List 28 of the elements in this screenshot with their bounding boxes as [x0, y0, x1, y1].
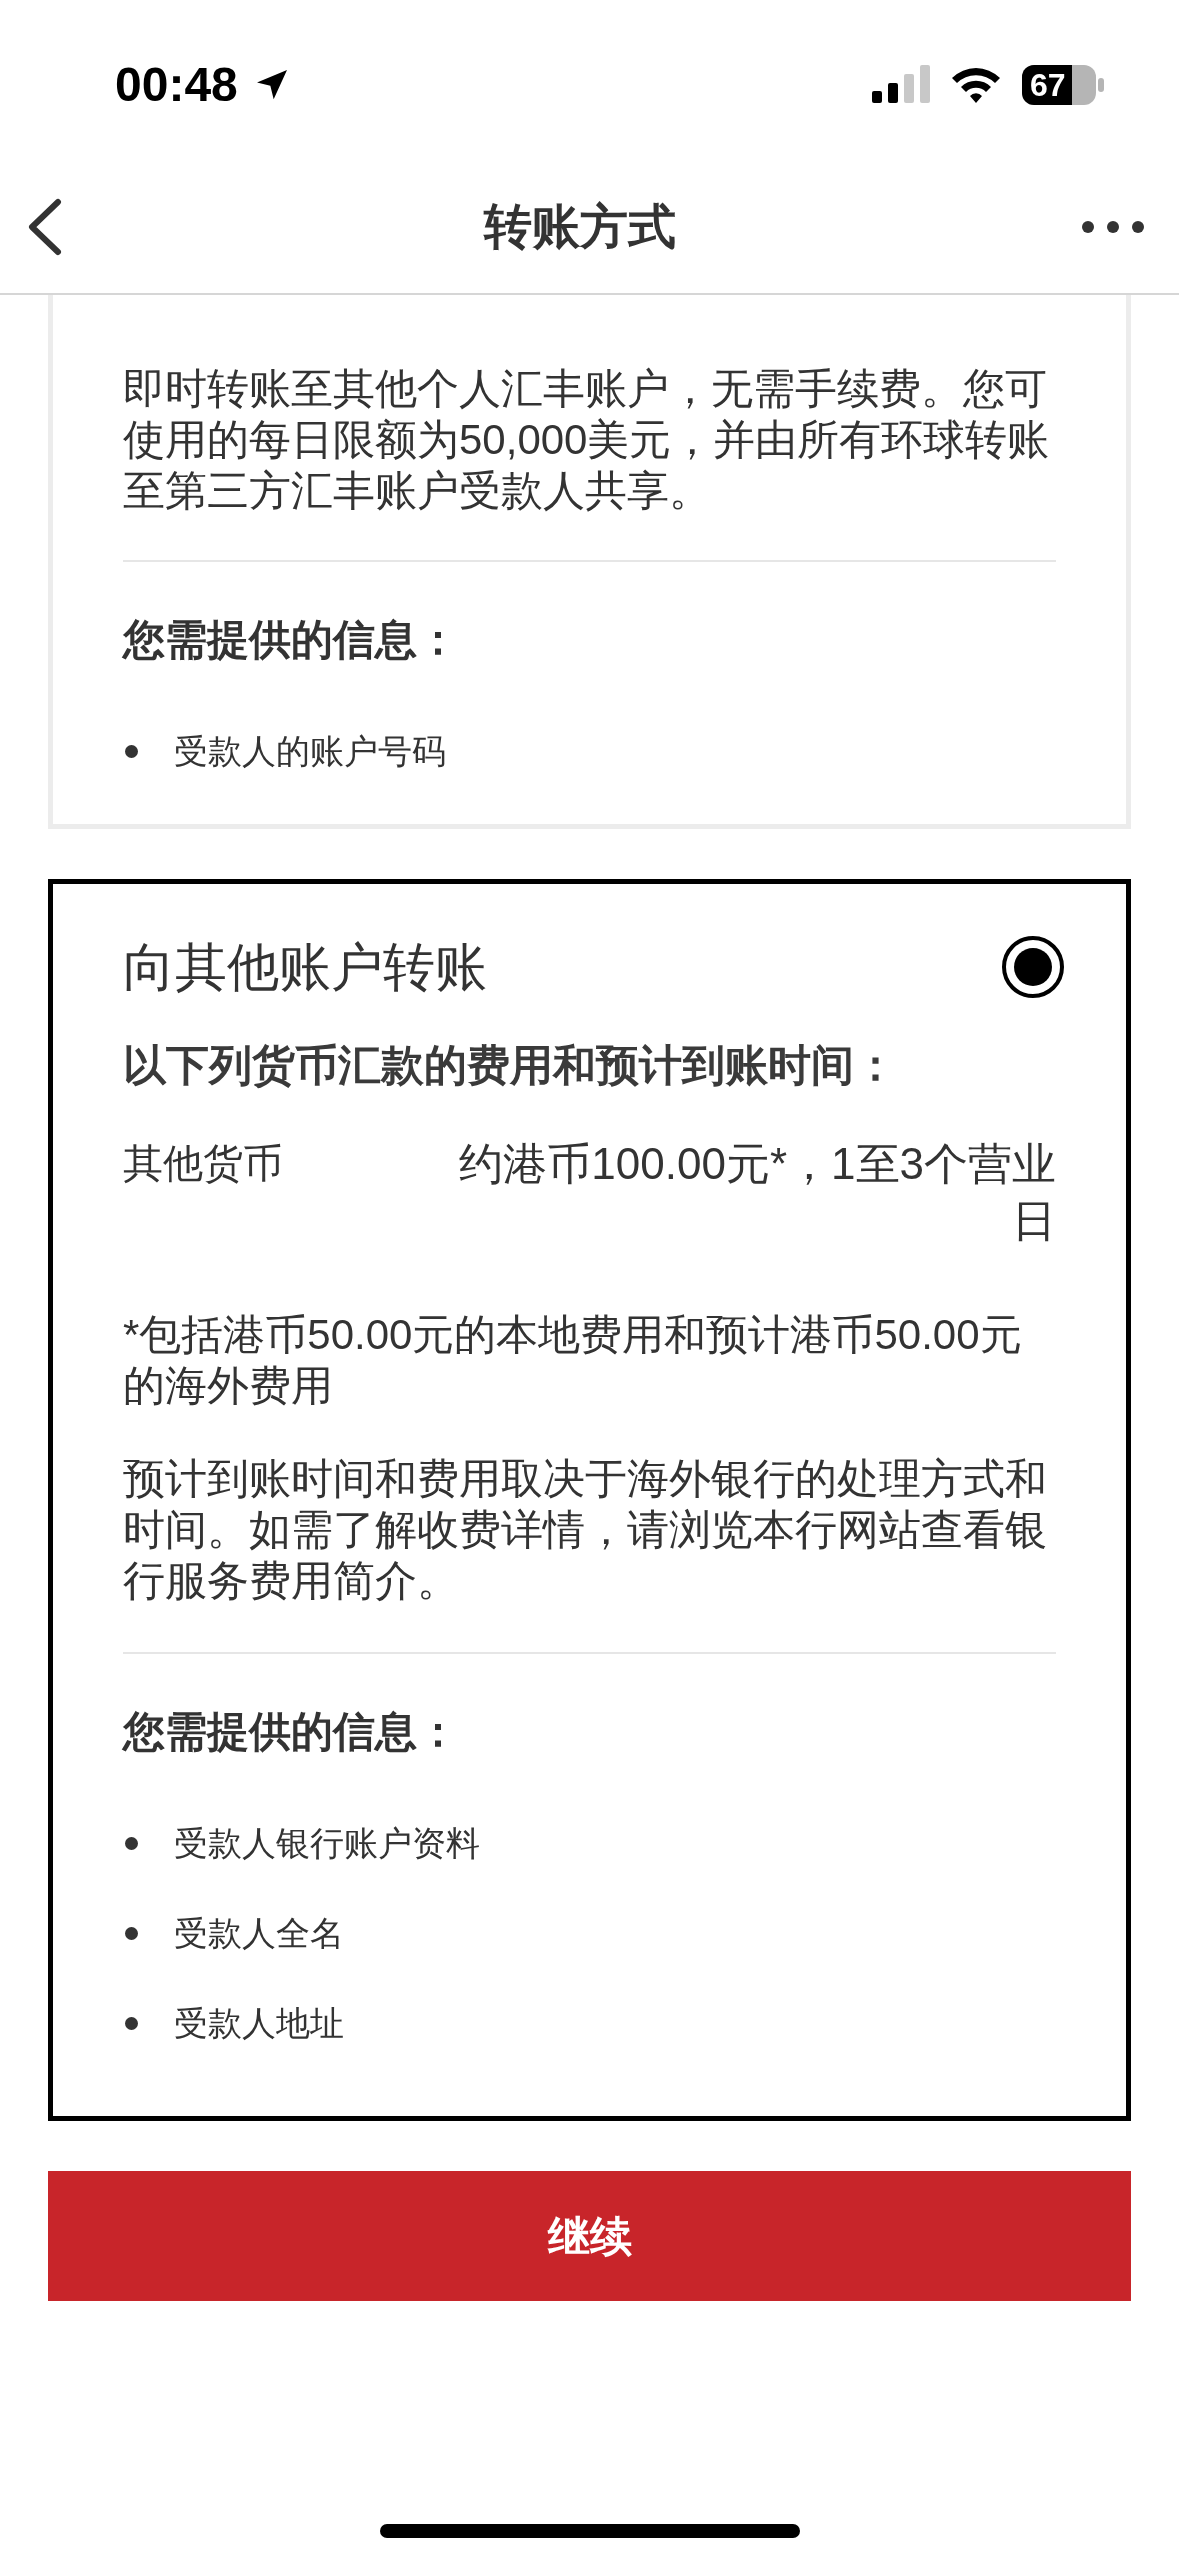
- fee-note: 预计到账时间和费用取决于海外银行的处理方式和时间。如需了解收费详情，请浏览本行网站查看银行服务费用简介。: [123, 1453, 1056, 1654]
- fee-subtitle: 以下列货币汇款的费用和预计到账时间：: [123, 1040, 898, 1091]
- bullet-icon: [125, 2016, 138, 2030]
- continue-button[interactable]: 继续: [48, 2171, 1131, 2301]
- info-item: 受款人全名: [174, 1913, 344, 1954]
- page-title: 转账方式: [483, 198, 676, 255]
- battery-level: 67: [1030, 69, 1066, 101]
- bullet-icon: [125, 1836, 138, 1850]
- currency-label: 其他货币: [123, 1140, 283, 1187]
- bullet-icon: [125, 744, 138, 758]
- fee-value: 约港币100.00元*，1至3个营业日: [458, 1138, 1056, 1247]
- info-heading: 您需提供的信息：: [123, 615, 460, 665]
- bullet-icon: [125, 1926, 138, 1940]
- more-icon: [1082, 220, 1144, 233]
- option-card[interactable]: 向其他账户转账 以下列货币汇款的费用和预计到账时间： 其他货币 约港币100.00元*，1至3个营业日 *包括港币50.00元的本地费用和预计港币50.00元的海外费用 预计到账时间和费用取决于海外银行的处理方式和时间。如需了解收费详情，请浏览本行网站查看银行服务费用简介。 您需提供的信息： 受款人银行账户资料 受款人全名 受款人地址: [48, 879, 1131, 2121]
- battery-icon: [1022, 65, 1104, 105]
- info-item: 受款人银行账户资料: [174, 1823, 480, 1864]
- status-time: 00:48: [115, 57, 238, 113]
- option-title: 向其他账户转账: [123, 937, 487, 998]
- fee-footnote: *包括港币50.00元的本地费用和预计港币50.00元的海外费用: [123, 1310, 1023, 1411]
- info-item: 受款人地址: [174, 2003, 344, 2044]
- wifi-icon: [950, 65, 1002, 105]
- radio-button[interactable]: [1002, 936, 1064, 998]
- info-item: 受款人的账户号码: [174, 731, 446, 772]
- info-heading: 您需提供的信息：: [123, 1707, 460, 1757]
- option-description: 即时转账至其他个人汇丰账户，无需手续费。您可使用的每日限额为50,000美元，并由所有环球转账至第三方汇丰账户受款人共享。: [123, 363, 1056, 562]
- back-chevron-icon: [26, 197, 62, 256]
- signal-icon: [872, 65, 930, 105]
